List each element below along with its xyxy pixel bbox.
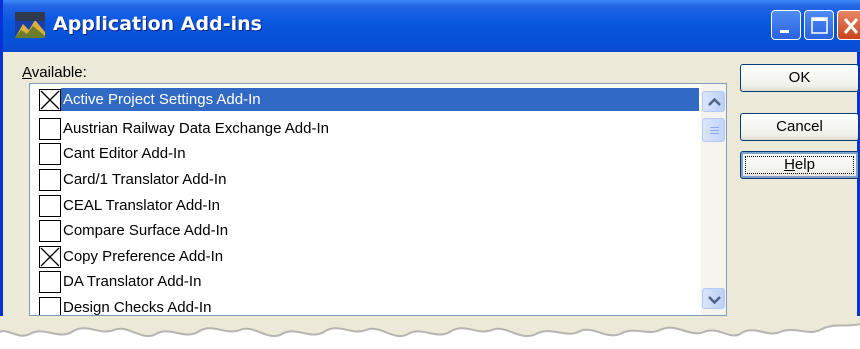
close-button[interactable] xyxy=(837,10,860,40)
list-item[interactable]: Copy Preference Add-In xyxy=(36,245,701,268)
add-in-label: Active Project Settings Add-In xyxy=(63,91,261,108)
list-item[interactable]: CEAL Translator Add-In xyxy=(36,194,701,217)
add-in-checkbox[interactable] xyxy=(39,246,61,268)
x-mark-icon xyxy=(40,90,60,110)
app-icon xyxy=(15,12,45,38)
chevron-up-icon xyxy=(708,97,721,106)
add-in-label: Austrian Railway Data Exchange Add-In xyxy=(63,120,329,137)
add-in-label: Card/1 Translator Add-In xyxy=(63,171,227,188)
add-in-checkbox[interactable] xyxy=(39,143,61,165)
list-item[interactable]: Compare Surface Add-In xyxy=(36,219,701,242)
maximize-icon xyxy=(811,17,828,34)
cancel-button[interactable]: Cancel xyxy=(740,113,859,141)
add-in-label: CEAL Translator Add-In xyxy=(63,197,221,214)
torn-edge xyxy=(0,316,860,337)
ok-button[interactable]: OK xyxy=(740,64,859,92)
window-title: Application Add-ins xyxy=(53,13,262,35)
add-in-label: Design Checks Add-In xyxy=(63,299,212,316)
chevron-down-icon xyxy=(708,296,721,305)
minimize-icon xyxy=(780,30,789,33)
add-in-label: Compare Surface Add-In xyxy=(63,222,229,239)
minimize-button[interactable] xyxy=(771,10,801,40)
add-in-label: DA Translator Add-In xyxy=(63,273,202,290)
close-icon xyxy=(843,18,859,34)
add-in-checkbox[interactable] xyxy=(39,271,61,293)
list-item[interactable]: Active Project Settings Add-In xyxy=(36,88,701,111)
focus-rectangle xyxy=(745,156,854,174)
add-in-label: Cant Editor Add-In xyxy=(63,145,186,162)
add-in-checkbox[interactable] xyxy=(39,118,61,140)
add-in-checkbox[interactable] xyxy=(39,169,61,191)
help-button[interactable]: Help xyxy=(740,151,859,179)
maximize-button[interactable] xyxy=(804,10,834,40)
list-item[interactable]: Cant Editor Add-In xyxy=(36,142,701,165)
scroll-up-button[interactable] xyxy=(702,91,725,112)
add-in-checkbox[interactable] xyxy=(39,297,61,315)
title-bar[interactable]: Application Add-ins xyxy=(3,0,860,52)
add-in-checkbox[interactable] xyxy=(39,195,61,217)
list-item[interactable]: Austrian Railway Data Exchange Add-In xyxy=(36,117,701,140)
scroll-down-button[interactable] xyxy=(702,288,725,309)
vertical-scrollbar[interactable] xyxy=(701,84,726,315)
add-in-checkbox[interactable] xyxy=(39,89,61,111)
list-item[interactable]: Design Checks Add-In xyxy=(36,296,701,316)
list-item[interactable]: DA Translator Add-In xyxy=(36,270,701,293)
add-in-checkbox[interactable] xyxy=(39,220,61,242)
scrollbar-thumb[interactable] xyxy=(702,118,725,142)
available-label: Available: xyxy=(22,64,87,81)
application-add-ins-dialog: Application Add-ins Available: Active Pr… xyxy=(0,0,860,320)
add-ins-listbox[interactable]: Active Project Settings Add-In Austrian … xyxy=(29,83,727,316)
add-in-label: Copy Preference Add-In xyxy=(63,248,224,265)
x-mark-icon xyxy=(40,247,60,267)
list-item[interactable]: Card/1 Translator Add-In xyxy=(36,168,701,191)
